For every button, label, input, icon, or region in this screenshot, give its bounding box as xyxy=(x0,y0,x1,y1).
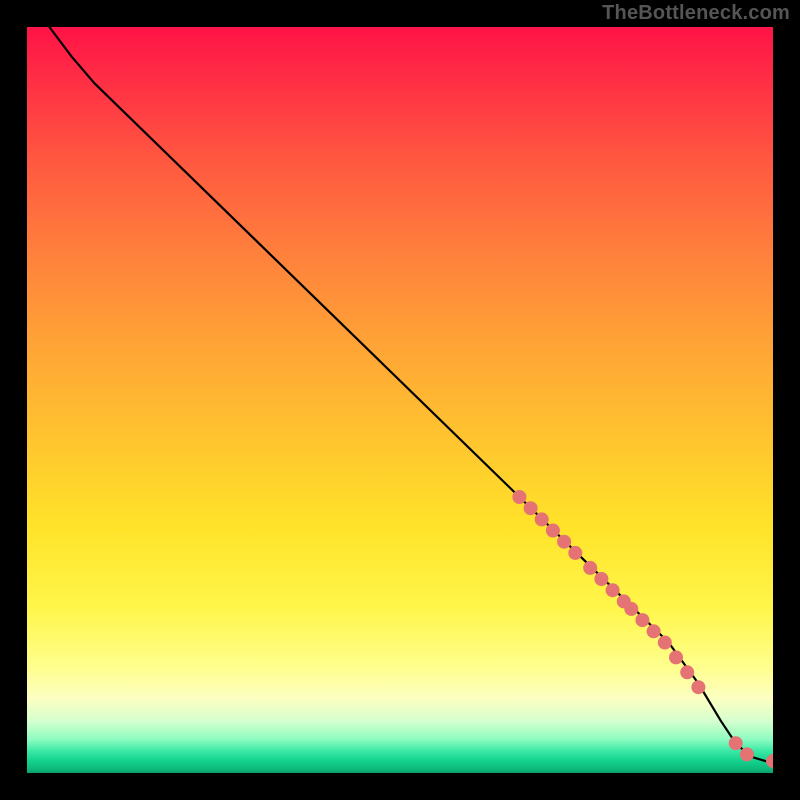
plot-area xyxy=(27,27,773,773)
curve-marker xyxy=(691,680,705,694)
curve-marker xyxy=(624,602,638,616)
curve-marker xyxy=(766,754,773,768)
watermark-text: TheBottleneck.com xyxy=(602,2,790,25)
curve-marker xyxy=(524,501,538,515)
chart-frame: TheBottleneck.com xyxy=(0,0,800,800)
curve-marker xyxy=(635,613,649,627)
curve-marker xyxy=(583,561,597,575)
curve-marker xyxy=(729,736,743,750)
curve-marker xyxy=(680,665,694,679)
curve-marker xyxy=(647,624,661,638)
curve-marker xyxy=(594,572,608,586)
curve-marker xyxy=(658,636,672,650)
curve-marker xyxy=(740,747,754,761)
curve-overlay xyxy=(27,27,773,773)
curve-marker xyxy=(546,524,560,538)
curve-marker xyxy=(568,546,582,560)
curve-marker xyxy=(669,650,683,664)
curve-marker xyxy=(606,583,620,597)
curve-marker xyxy=(557,535,571,549)
bottleneck-curve xyxy=(49,27,773,761)
curve-marker xyxy=(535,512,549,526)
curve-markers xyxy=(512,490,773,768)
curve-marker xyxy=(512,490,526,504)
